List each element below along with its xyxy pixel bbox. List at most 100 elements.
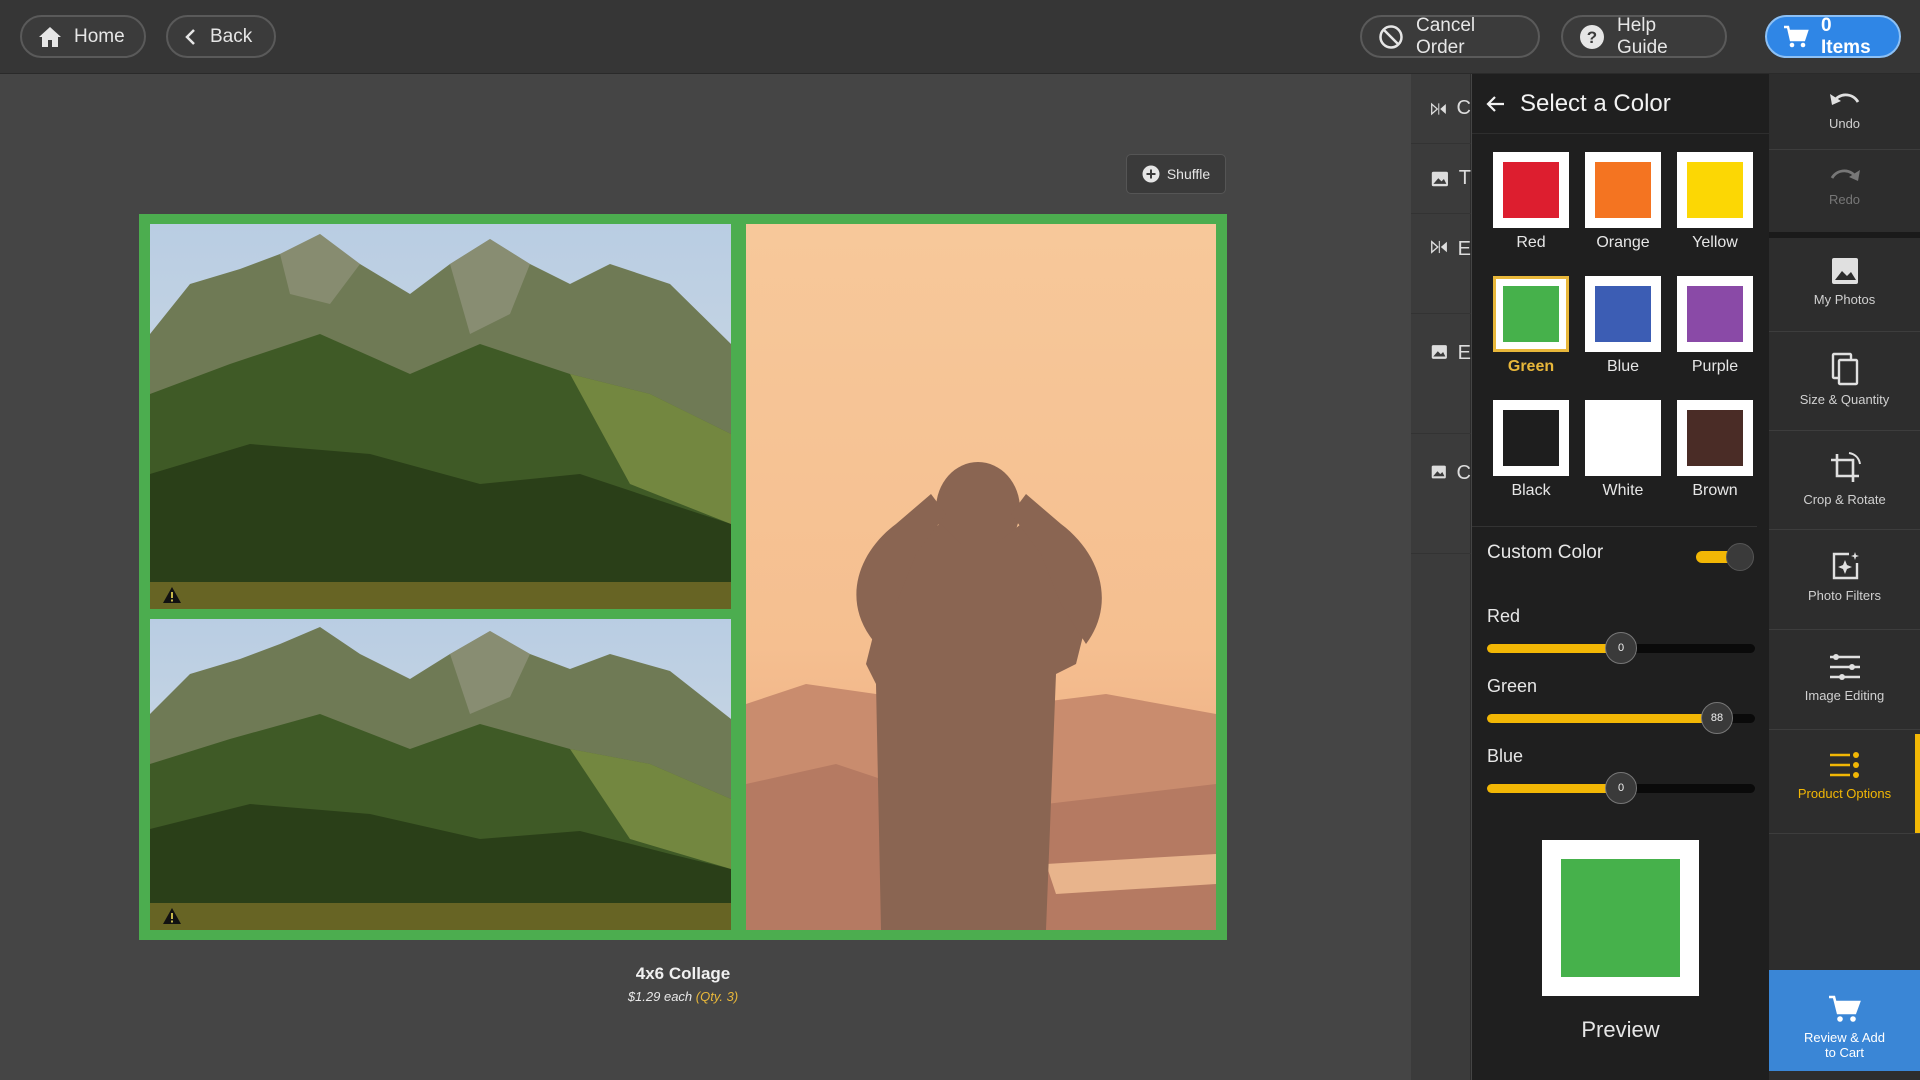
sliders-icon (1829, 654, 1860, 680)
blue-slider[interactable]: 0 (1487, 772, 1755, 804)
divider (1769, 149, 1920, 150)
option-row[interactable]: C (1411, 434, 1471, 554)
home-button[interactable]: Home (20, 15, 146, 58)
cart-label: 0 Items (1821, 14, 1871, 58)
swatch-box (1585, 152, 1661, 228)
custom-color-toggle[interactable] (1696, 543, 1754, 571)
redo-icon (1830, 169, 1860, 181)
help-guide-label: Help Guide (1617, 14, 1668, 58)
slider-thumb[interactable]: 0 (1605, 772, 1637, 804)
low-resolution-warning (150, 582, 731, 609)
swatch-green[interactable]: Green (1491, 276, 1571, 392)
swatch-color (1595, 162, 1651, 218)
photo-slot-person-sunset[interactable] (746, 224, 1216, 930)
redo-label: Redo (1828, 192, 1861, 207)
slider-fill (1487, 644, 1621, 653)
swatch-black[interactable]: Black (1491, 400, 1571, 516)
swatch-white[interactable]: White (1583, 400, 1663, 516)
swatch-purple[interactable]: Purple (1675, 276, 1755, 392)
divider (1769, 232, 1920, 238)
swatch-blue[interactable]: Blue (1583, 276, 1663, 392)
svg-text:?: ? (1587, 28, 1597, 47)
cancel-icon (1379, 24, 1403, 49)
collage-canvas (139, 214, 1227, 940)
price-text: $1.29 each (627, 989, 693, 1004)
slider-thumb[interactable]: 0 (1605, 632, 1637, 664)
swatch-label: Yellow (1692, 234, 1738, 251)
swatch-label: Black (1511, 482, 1551, 499)
swatch-label: Orange (1596, 234, 1650, 251)
back-button[interactable]: Back (166, 15, 276, 58)
image-icon (1431, 171, 1448, 186)
swatch-label: Green (1507, 358, 1555, 375)
active-indicator (1915, 734, 1920, 833)
red-slider[interactable]: 0 (1487, 632, 1755, 664)
swatch-color (1503, 286, 1559, 342)
swatch-yellow[interactable]: Yellow (1675, 152, 1755, 268)
color-preview (1542, 840, 1699, 996)
preview-label: Preview (1581, 1017, 1660, 1042)
collage-price: $1.29 each (Qty. 3) (539, 989, 827, 1004)
option-row[interactable]: C (1411, 74, 1471, 144)
swatch-label: White (1602, 482, 1644, 499)
crop-rotate-icon (1830, 452, 1861, 482)
cancel-order-button[interactable]: Cancel Order (1360, 15, 1540, 58)
swatch-box (1585, 276, 1661, 352)
green-slider[interactable]: 88 (1487, 702, 1755, 734)
quantity-text: (Qty. 3) (695, 989, 739, 1004)
divider (1472, 526, 1757, 527)
low-resolution-warning (150, 903, 731, 930)
slider-fill (1487, 714, 1717, 723)
product-options-list: C T E E C (1411, 74, 1471, 1080)
swatch-label: Brown (1692, 482, 1738, 499)
swatch-color (1503, 162, 1559, 218)
swatch-box-selected (1493, 276, 1569, 352)
my-photos-button[interactable]: My Photos (1769, 256, 1920, 307)
collage-title: 4x6 Collage (635, 964, 731, 983)
review-label-line1: Review & Add (1804, 1030, 1885, 1045)
photo-filters-button[interactable]: Photo Filters (1769, 550, 1920, 603)
product-options-button[interactable]: Product Options (1769, 750, 1920, 801)
undo-button[interactable]: Undo (1769, 88, 1920, 131)
photo-slot-mountains-top[interactable] (150, 224, 731, 609)
cart-button[interactable]: 0 Items (1765, 15, 1901, 58)
slider-thumb[interactable]: 88 (1701, 702, 1733, 734)
border-icon (1431, 240, 1447, 254)
crop-rotate-button[interactable]: Crop & Rotate (1769, 450, 1920, 507)
top-bar: Home Back Cancel Order ? Help Guide 0 It… (0, 0, 1920, 74)
image-editing-button[interactable]: Image Editing (1769, 652, 1920, 703)
option-row-label: E (1457, 342, 1471, 364)
option-row[interactable]: T (1411, 144, 1471, 214)
photo-slot-mountains-bottom[interactable] (150, 619, 731, 930)
swatch-box (1493, 152, 1569, 228)
arrow-left-icon[interactable] (1486, 95, 1506, 113)
crop-rotate-label: Crop & Rotate (1803, 492, 1886, 507)
green-slider-label: Green (1487, 676, 1538, 696)
swatch-color (1503, 410, 1559, 466)
swatch-brown[interactable]: Brown (1675, 400, 1755, 516)
divider (1769, 629, 1920, 630)
warning-icon (162, 907, 182, 930)
redo-button[interactable]: Redo (1769, 164, 1920, 207)
shuffle-button[interactable]: Shuffle (1126, 154, 1226, 194)
swatch-orange[interactable]: Orange (1583, 152, 1663, 268)
option-row-label: C (1456, 97, 1471, 119)
cart-icon (1784, 25, 1809, 47)
divider (1769, 331, 1920, 332)
swatch-box (1677, 152, 1753, 228)
review-add-to-cart-button[interactable]: Review & Add to Cart (1769, 970, 1920, 1071)
swatch-red[interactable]: Red (1491, 152, 1571, 268)
image-icon (1431, 345, 1447, 359)
review-label-line2: to Cart (1824, 1045, 1864, 1060)
size-quantity-button[interactable]: Size & Quantity (1769, 352, 1920, 407)
option-row[interactable]: E (1411, 214, 1471, 314)
option-row[interactable]: E (1411, 314, 1471, 434)
size-quantity-label: Size & Quantity (1799, 392, 1890, 407)
blue-slider-label: Blue (1487, 746, 1524, 766)
swatch-label: Red (1516, 234, 1546, 251)
divider (1769, 430, 1920, 431)
cart-icon (1828, 995, 1861, 1022)
cancel-order-label: Cancel Order (1416, 14, 1476, 58)
help-guide-button[interactable]: ? Help Guide (1561, 15, 1727, 58)
swatch-color (1595, 410, 1651, 466)
